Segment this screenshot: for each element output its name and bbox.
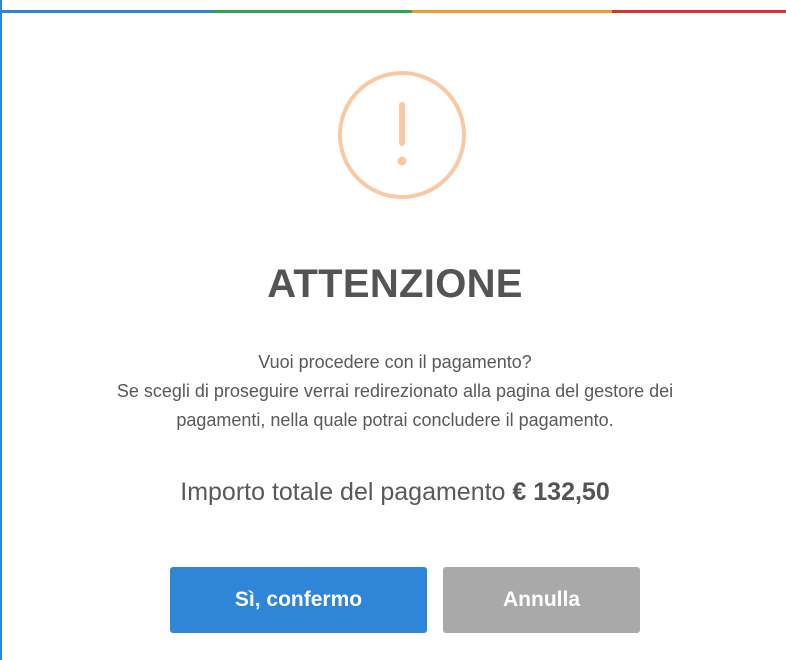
dialog-title: ATTENZIONE — [267, 262, 523, 306]
message-line: Vuoi procedere con il pagamento? — [258, 352, 532, 372]
cancel-button[interactable]: Annulla — [443, 567, 640, 633]
amount-value: € 132,50 — [512, 478, 610, 506]
accent-segment-red — [612, 10, 786, 13]
message-line: pagamenti, nella quale potrai concludere… — [176, 410, 614, 430]
dialog-message: Vuoi procedere con il pagamento? Se sceg… — [2, 348, 786, 435]
payment-confirm-dialog: ATTENZIONE Vuoi procedere con il pagamen… — [0, 0, 786, 660]
amount-label: Importo totale del pagamento — [180, 478, 513, 506]
confirm-button[interactable]: Sì, confermo — [170, 567, 427, 633]
accent-segment-blue — [2, 10, 212, 13]
accent-segment-green — [212, 10, 412, 13]
message-line: Se scegli di proseguire verrai redirezio… — [116, 381, 674, 401]
color-accent-bar — [2, 10, 786, 13]
exclamation-mark-glyph — [397, 102, 407, 166]
exclamation-warning-icon — [338, 71, 466, 199]
accent-segment-yellow — [412, 10, 612, 13]
payment-amount-line: Importo totale del pagamento € 132,50 — [2, 478, 786, 507]
